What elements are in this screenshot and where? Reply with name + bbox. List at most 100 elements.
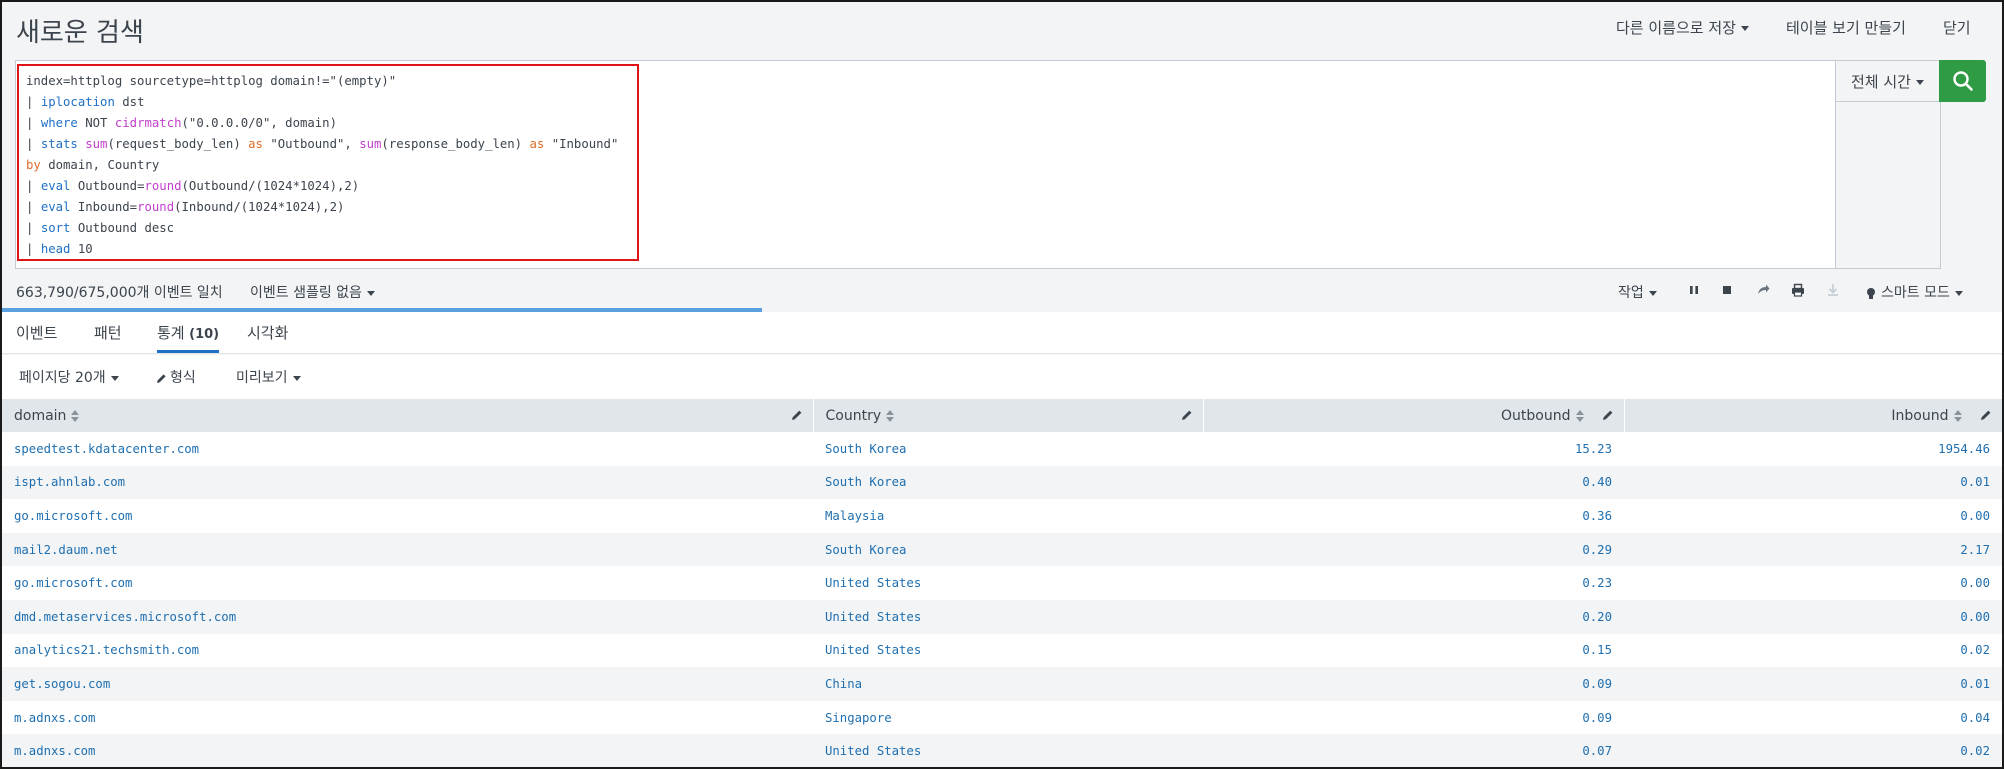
query-token-op: as xyxy=(248,137,263,151)
query-token: "Inbound" xyxy=(544,137,619,151)
query-line: | iplocation dst xyxy=(26,92,618,113)
stop-icon[interactable] xyxy=(1719,282,1735,298)
query-token: | xyxy=(26,221,41,235)
save-as-menu[interactable]: 다른 이름으로 저장 xyxy=(1616,17,1749,38)
pencil-icon[interactable] xyxy=(1980,409,1992,421)
cell-outbound[interactable]: 0.15 xyxy=(1203,633,1624,668)
export-icon[interactable] xyxy=(1825,282,1841,298)
column-header-outbound[interactable]: Outbound xyxy=(1203,399,1625,432)
sampling-label: 이벤트 샘플링 없음 xyxy=(250,285,362,301)
create-table-view-button[interactable]: 테이블 보기 만들기 xyxy=(1786,17,1906,38)
page-title: 새로운 검색 xyxy=(16,18,144,48)
cell-inbound[interactable]: 0.01 xyxy=(1624,465,2002,500)
cell-domain[interactable]: dmd.metaservices.microsoft.com xyxy=(2,599,813,634)
sort-icon[interactable] xyxy=(71,409,80,422)
sort-icon[interactable] xyxy=(886,409,895,422)
cell-outbound[interactable]: 0.36 xyxy=(1203,499,1624,533)
cell-country[interactable]: Singapore xyxy=(813,700,1203,735)
cell-domain[interactable]: get.sogou.com xyxy=(2,667,813,701)
search-mode-menu[interactable]: 스마트 모드 xyxy=(1867,282,1963,302)
cell-inbound[interactable]: 0.02 xyxy=(1624,633,2002,668)
cell-domain[interactable]: analytics21.techsmith.com xyxy=(2,633,813,668)
search-query-input[interactable]: index=httplog sourcetype=httplog domain!… xyxy=(15,60,1836,269)
chevron-down-icon xyxy=(1915,80,1924,85)
pencil-icon[interactable] xyxy=(791,409,803,421)
cell-domain[interactable]: m.adnxs.com xyxy=(2,734,813,767)
tab-label: 통계 xyxy=(157,324,185,342)
cell-outbound[interactable]: 0.09 xyxy=(1203,700,1624,735)
chevron-down-icon xyxy=(1954,290,1963,296)
cell-outbound[interactable]: 15.23 xyxy=(1203,432,1624,466)
sampling-menu[interactable]: 이벤트 샘플링 없음 xyxy=(250,282,375,302)
cell-domain[interactable]: mail2.daum.net xyxy=(2,532,813,567)
cell-country[interactable]: United States xyxy=(813,566,1203,600)
query-token: (Inbound/(1024*1024),2) xyxy=(174,200,345,214)
cell-inbound[interactable]: 2.17 xyxy=(1624,532,2002,567)
tab-patterns[interactable]: 패턴 xyxy=(94,322,122,353)
cell-country[interactable]: South Korea xyxy=(813,465,1203,500)
chevron-down-icon xyxy=(292,375,301,381)
cell-domain[interactable]: go.microsoft.com xyxy=(2,499,813,533)
chevron-down-icon xyxy=(366,290,375,296)
tab-visualization[interactable]: 시각화 xyxy=(247,322,288,353)
search-button[interactable] xyxy=(1939,60,1986,102)
table-header-row: domain Country Outbound Inbound xyxy=(2,399,2002,432)
cell-outbound[interactable]: 0.23 xyxy=(1203,566,1624,600)
column-header-country[interactable]: Country xyxy=(813,399,1204,432)
cell-domain[interactable]: go.microsoft.com xyxy=(2,566,813,600)
cell-domain[interactable]: speedtest.kdatacenter.com xyxy=(2,432,813,466)
table-row: dmd.metaservices.microsoft.com United Sta… xyxy=(2,599,2002,634)
cell-inbound[interactable]: 0.00 xyxy=(1624,599,2002,634)
print-icon[interactable] xyxy=(1790,282,1806,298)
cell-inbound[interactable]: 0.01 xyxy=(1624,667,2002,701)
query-token-op: as xyxy=(529,137,545,151)
per-page-menu[interactable]: 페이지당 20개 xyxy=(19,367,119,387)
cell-country[interactable]: China xyxy=(813,667,1203,701)
cell-country[interactable]: South Korea xyxy=(813,432,1203,466)
job-label: 작업 xyxy=(1618,285,1644,301)
page-header: 새로운 검색 다른 이름으로 저장 테이블 보기 만들기 닫기 xyxy=(2,2,2002,60)
tab-statistics[interactable]: 통계 (10) xyxy=(157,322,220,353)
table-body: speedtest.kdatacenter.com South Korea 15.2… xyxy=(2,432,2002,767)
cell-country[interactable]: South Korea xyxy=(813,532,1203,567)
cell-outbound[interactable]: 0.09 xyxy=(1203,667,1624,701)
sort-icon[interactable] xyxy=(1953,409,1962,422)
job-menu[interactable]: 작업 xyxy=(1618,282,1657,302)
preview-menu[interactable]: 미리보기 xyxy=(236,367,301,387)
pencil-icon[interactable] xyxy=(1181,409,1193,421)
format-menu[interactable]: 형식 xyxy=(156,367,196,387)
cell-inbound[interactable]: 0.02 xyxy=(1624,734,2002,767)
query-token: (response_body_len) xyxy=(381,137,530,151)
cell-country[interactable]: Malaysia xyxy=(813,499,1203,533)
cell-domain[interactable]: ispt.ahnlab.com xyxy=(2,465,813,500)
job-status-bar: 663,790/675,000개 이벤트 일치 이벤트 샘플링 없음 작업 스마… xyxy=(2,272,2002,308)
format-label: 형식 xyxy=(170,370,196,386)
time-range-picker[interactable]: 전체 시간 xyxy=(1836,60,1941,102)
share-icon[interactable] xyxy=(1755,282,1771,298)
table-row: m.adnxs.com United States 0.07 0.02 xyxy=(2,734,2002,767)
pencil-icon[interactable] xyxy=(1602,409,1614,421)
table-row: speedtest.kdatacenter.com South Korea 15.2… xyxy=(2,432,2002,466)
cell-outbound[interactable]: 0.29 xyxy=(1203,532,1624,567)
cell-inbound[interactable]: 0.04 xyxy=(1624,700,2002,735)
close-button[interactable]: 닫기 xyxy=(1943,17,1971,38)
cell-country[interactable]: United States xyxy=(813,599,1203,634)
cell-outbound[interactable]: 0.40 xyxy=(1203,465,1624,500)
cell-outbound[interactable]: 0.07 xyxy=(1203,734,1624,767)
sort-icon[interactable] xyxy=(1575,409,1584,422)
cell-inbound[interactable]: 0.00 xyxy=(1624,566,2002,600)
query-token: | xyxy=(26,179,41,193)
table-row: go.microsoft.com United States 0.23 0.00 xyxy=(2,566,2002,600)
cell-country[interactable]: United States xyxy=(813,633,1203,668)
cell-domain[interactable]: m.adnxs.com xyxy=(2,700,813,735)
cell-inbound[interactable]: 0.00 xyxy=(1624,499,2002,533)
cell-country[interactable]: United States xyxy=(813,734,1203,767)
pause-icon[interactable] xyxy=(1686,282,1702,298)
cell-outbound[interactable]: 0.20 xyxy=(1203,599,1624,634)
tab-events[interactable]: 이벤트 xyxy=(16,322,57,353)
column-header-inbound[interactable]: Inbound xyxy=(1624,399,2002,432)
preview-label: 미리보기 xyxy=(236,370,288,386)
cell-inbound[interactable]: 1954.46 xyxy=(1624,432,2002,466)
query-token: | xyxy=(26,242,41,256)
column-header-domain[interactable]: domain xyxy=(2,399,814,432)
